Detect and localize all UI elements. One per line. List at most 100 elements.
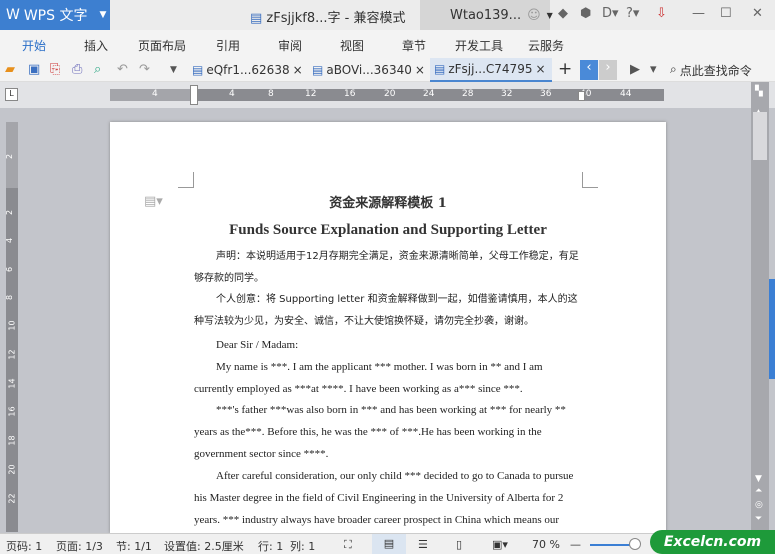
tab-stop-selector[interactable]: L — [5, 88, 18, 101]
next-page-icon[interactable]: ⏷ — [755, 514, 762, 524]
chevron-down-icon: ▼ — [546, 10, 553, 20]
status-row: 行: 1 — [258, 540, 284, 553]
close-button[interactable]: ✕ — [752, 6, 763, 21]
redo-icon[interactable]: ↷ — [139, 62, 150, 77]
doc-tab[interactable]: ▤ eQfr1...62638 × — [188, 58, 306, 82]
ruler-tick: 22 — [7, 493, 17, 504]
status-col: 列: 1 — [290, 540, 316, 553]
new-tab-icon[interactable]: + — [558, 59, 572, 79]
ruler-tick: 20 — [7, 464, 17, 475]
document-title: ▤ zFsjjkf8...字 - 兼容模式 — [250, 7, 405, 26]
export-pdf-icon[interactable]: ⎘ — [50, 62, 60, 77]
paragraph: Dear Sir / Madam: — [216, 339, 299, 351]
maximize-button[interactable]: ☐ — [720, 6, 732, 21]
print-icon[interactable]: ⎙ — [72, 62, 82, 77]
doc-icon: ▤ — [192, 63, 204, 77]
status-page: 页码: 1 — [6, 540, 43, 553]
help-icon[interactable]: ?▾ — [626, 6, 639, 21]
page-view-icon[interactable]: ▤ — [372, 534, 406, 554]
menu-cloud[interactable]: 云服务 — [528, 37, 564, 54]
scrollbar-thumb[interactable] — [753, 112, 767, 160]
fullscreen-icon[interactable]: ⛶ — [344, 538, 352, 552]
ruler-tick: 18 — [7, 435, 17, 446]
menu-review[interactable]: 审阅 — [278, 37, 302, 54]
zoom-slider-handle[interactable] — [629, 538, 641, 550]
user-account[interactable]: Wtao139... ☺ ▼ — [420, 0, 553, 30]
horizontal-ruler[interactable]: 4 4 8 12 16 20 24 28 32 36 40 44 — [110, 85, 664, 105]
close-tab-icon[interactable]: × — [415, 63, 425, 77]
ruler-tick: 2 — [5, 153, 15, 160]
ruler-tick: 4 — [229, 89, 235, 99]
zoom-level: 70 % — [532, 538, 560, 551]
more-dropdown-icon[interactable]: ▼ — [170, 65, 177, 75]
tab-list-icon[interactable]: ▾ — [650, 62, 657, 77]
ruler-tick: 4 — [5, 237, 15, 244]
feedback-icon[interactable]: D▾ — [602, 6, 619, 21]
crop-mark — [178, 172, 194, 188]
ruler-tick: 6 — [5, 266, 15, 273]
command-search[interactable]: ⌕ 点此查找命令 — [670, 62, 752, 79]
close-tab-icon[interactable]: × — [293, 63, 303, 77]
ruler-tick: 24 — [423, 89, 435, 99]
ruler-tick: 16 — [7, 406, 17, 417]
document-page[interactable]: ▤▾ 资金来源解释模板 1 Funds Source Explanation a… — [110, 122, 666, 533]
tab-prev-button[interactable]: ‹ — [580, 60, 598, 80]
ruler-tick: 44 — [620, 89, 632, 99]
menu-chapter[interactable]: 章节 — [402, 37, 426, 54]
outline-view-icon[interactable]: ☰ — [418, 538, 428, 551]
eye-protection-icon[interactable]: ▣▾ — [492, 538, 508, 551]
ruler-tick: 10 — [7, 320, 17, 331]
skin-icon[interactable]: ◆ — [558, 6, 568, 21]
ruler-tick: 12 — [7, 349, 17, 360]
avatar: ☺ — [527, 7, 541, 23]
download-icon[interactable]: ⇩ — [656, 6, 667, 21]
vertical-ruler[interactable]: 2 2 4 6 8 10 12 14 16 18 20 22 — [5, 122, 18, 532]
status-pages: 页面: 1/3 — [56, 540, 103, 553]
tab-label: aBOVi...36340 — [326, 63, 412, 77]
open-icon[interactable]: ▰ — [5, 62, 15, 77]
crop-mark — [582, 172, 598, 188]
web-view-icon[interactable]: ▯ — [456, 538, 462, 551]
prev-page-icon[interactable]: ⏶ — [755, 486, 762, 496]
split-view-icon[interactable]: ▚ — [755, 86, 763, 97]
toolbar: ▰ ▣ ⎘ ⎙ ⌕ ↶ ↷ ▼ ▤ eQfr1...62638 × ▤ aBOVi..… — [0, 58, 775, 82]
search-icon: ⌕ — [670, 62, 677, 76]
paragraph: 声明：本说明适用于12月存期完全满足，资金来源清晰简单，父母工作稳定，有足够存款… — [194, 251, 579, 284]
ruler-tick: 2 — [5, 209, 15, 216]
user-name: Wtao139... — [450, 7, 522, 23]
slideshow-icon[interactable]: ▶ — [630, 62, 640, 77]
doc-tab[interactable]: ▤ aBOVi...36340 × — [308, 58, 426, 82]
right-indent-marker[interactable] — [578, 91, 585, 101]
select-browse-object-icon[interactable]: ◎ — [755, 500, 763, 510]
scroll-down-arrow[interactable]: ▼ — [755, 474, 762, 484]
side-panel-toggle[interactable] — [769, 279, 775, 379]
doc-heading: 资金来源解释模板 1 — [329, 196, 447, 211]
menu-view[interactable]: 视图 — [340, 37, 364, 54]
menu-references[interactable]: 引用 — [216, 37, 240, 54]
doc-icon: ▤ — [312, 63, 324, 77]
close-tab-icon[interactable]: × — [535, 62, 545, 76]
ruler-tick: 20 — [384, 89, 396, 99]
menu-page-layout[interactable]: 页面布局 — [138, 37, 186, 54]
ruler-tick: 14 — [7, 378, 17, 389]
menu-developer[interactable]: 开发工具 — [455, 37, 503, 54]
undo-icon[interactable]: ↶ — [117, 62, 128, 77]
indent-marker[interactable] — [190, 85, 198, 105]
ruler-tick: 32 — [501, 89, 513, 99]
save-icon[interactable]: ▣ — [28, 62, 40, 77]
minimize-button[interactable]: — — [692, 6, 705, 21]
ruler-tick: 4 — [152, 89, 158, 99]
doc-subheading: Funds Source Explanation and Supporting … — [229, 222, 547, 238]
zoom-out-button[interactable]: — — [570, 538, 581, 551]
ruler-tick: 8 — [5, 294, 15, 301]
paragraph: ***'s father ***was also born in *** and… — [194, 404, 566, 460]
settings-icon[interactable]: ⬢ — [580, 6, 591, 21]
tab-label: eQfr1...62638 — [206, 63, 290, 77]
app-menu-button[interactable]: W WPS 文字 ▼ — [0, 0, 110, 30]
status-setting: 设置值: 2.5厘米 — [164, 540, 244, 553]
menu-insert[interactable]: 插入 — [84, 37, 108, 54]
doc-tab-active[interactable]: ▤ zFsjj...C74795 × — [430, 58, 552, 82]
menu-home[interactable]: 开始 — [22, 37, 46, 54]
tab-next-button[interactable]: › — [599, 60, 617, 80]
print-preview-icon[interactable]: ⌕ — [94, 62, 101, 77]
